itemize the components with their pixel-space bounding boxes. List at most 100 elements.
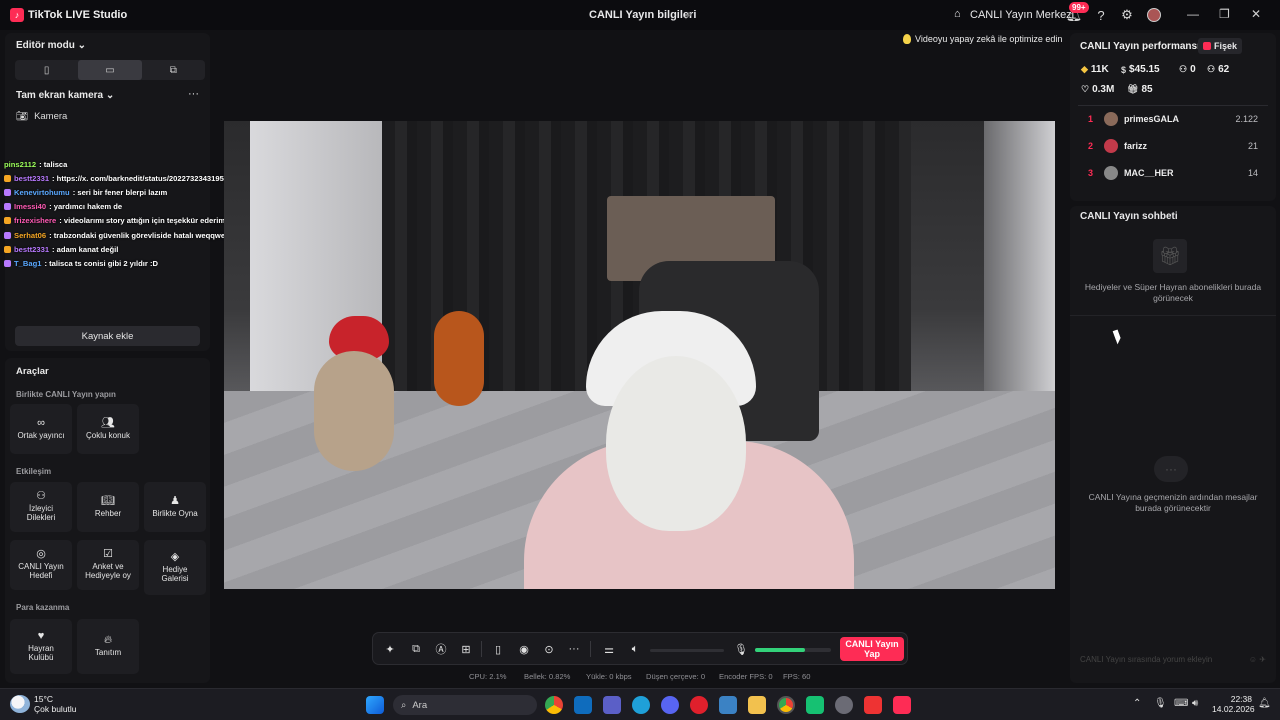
gear-icon[interactable]: ⚙ xyxy=(1119,7,1135,23)
weather-widget[interactable]: 15°C Çok bulutlu xyxy=(34,694,77,714)
landscape-mode-button[interactable]: ▭ xyxy=(78,60,142,80)
promo-label: Tanıtım xyxy=(94,648,122,657)
dual-mode-button[interactable]: ⧉ xyxy=(142,60,205,80)
scene-dropdown[interactable]: Tam ekran kamera ⌄ xyxy=(16,90,114,101)
fisek-button[interactable]: Fişek xyxy=(1198,38,1243,54)
chat-message: : trabzondaki güvenlik görevliside hatal… xyxy=(49,230,235,240)
chat-message: : talisca xyxy=(39,159,68,169)
top-gifter-row[interactable]: 1 primesGALA 2.122 xyxy=(1088,111,1258,127)
mic-level-slider[interactable] xyxy=(755,648,831,652)
target-icon: ◎ xyxy=(36,548,46,560)
taskbar-search[interactable]: ⌕ Ara xyxy=(393,695,537,715)
mic-tray-icon[interactable]: 🎙︎ xyxy=(1154,698,1167,709)
guide-button[interactable]: 📖︎ Rehber xyxy=(77,482,139,532)
volume-slider[interactable] xyxy=(650,649,724,652)
chat-badge-icon xyxy=(4,259,11,267)
maximize-icon[interactable]: ❐ xyxy=(1219,7,1230,21)
add-source-button[interactable]: Kaynak ekle xyxy=(15,326,200,346)
add-media-icon[interactable]: ⊞ xyxy=(459,642,473,656)
help-icon[interactable]: ? xyxy=(1093,7,1109,23)
ai-optimize-hint[interactable]: Videoyu yapay zekâ ile optimize edin xyxy=(903,31,1062,47)
home-icon[interactable]: ⌂ xyxy=(954,8,961,20)
together-section-title: Birlikte CANLI Yayın yapın xyxy=(16,390,116,399)
phone-icon: ▯ xyxy=(43,64,50,76)
edge-icon[interactable] xyxy=(632,696,650,714)
effects-icon[interactable]: ⧉ xyxy=(409,642,423,656)
ai-hint-label: Videoyu yapay zekâ ile optimize edin xyxy=(915,34,1063,44)
folder-icon[interactable] xyxy=(748,696,766,714)
chrome-active-icon[interactable] xyxy=(777,696,795,714)
gifter-name: primesGALA xyxy=(1124,114,1180,124)
steam-icon[interactable] xyxy=(835,696,853,714)
chat-username: Kenevirtohumu xyxy=(14,187,70,197)
fan-club-button[interactable]: ♥ Hayran Kulübü xyxy=(10,619,72,674)
time: 22:38 xyxy=(1230,694,1252,704)
phone-icon[interactable]: ▯ xyxy=(491,642,505,656)
live-center-link[interactable]: CANLI Yayın Merkezi xyxy=(970,9,1074,21)
gift-gallery-button[interactable]: ◈ Hediye Galerisi xyxy=(144,540,206,595)
top-gifter-row[interactable]: 2 farizz 21 xyxy=(1088,138,1258,154)
share-icon[interactable]: ⇗ xyxy=(683,9,692,22)
control-bar: ✦ ⧉ Ⓐ ⊞ ▯ ◉ ⊙ ··· ⚌ 🔈︎ 🎙︎ CANLI Yayın Ya… xyxy=(372,632,908,665)
gift-hint: Hediyeler ve Süper Hayran abonelikleri b… xyxy=(1084,282,1262,303)
chat-badge-icon xyxy=(4,188,11,196)
editor-mode-dropdown[interactable]: Editör modu ⌄ xyxy=(16,40,86,51)
audio-settings-icon[interactable]: ⚌ xyxy=(602,642,616,656)
avatar[interactable] xyxy=(1147,8,1161,22)
dropped-frames-stat: Düşen çerçeve: 0 xyxy=(646,672,706,681)
source-item-camera[interactable]: 📷︎ Kamera xyxy=(16,111,67,122)
divider xyxy=(1070,315,1276,316)
volume-icon[interactable]: 🔊︎ xyxy=(1192,698,1198,709)
chevron-down-icon: ⌄ xyxy=(105,90,115,101)
go-live-button[interactable]: CANLI Yayın Yap xyxy=(840,637,904,661)
play-together-button[interactable]: ♟ Birlikte Oyna xyxy=(144,482,206,532)
top-gifter-row[interactable]: 3 MAC__HER 14 xyxy=(1088,165,1258,181)
more-icon[interactable]: ··· xyxy=(567,642,581,656)
viewers-metric: ⚇ 0 xyxy=(1179,64,1196,75)
emoji-icon[interactable]: ☺ ✈ xyxy=(1249,655,1266,664)
chevron-up-icon[interactable]: ⌃ xyxy=(1133,698,1141,709)
ai-icon[interactable]: Ⓐ xyxy=(434,642,448,656)
store-icon[interactable] xyxy=(574,696,592,714)
youtube-icon[interactable] xyxy=(864,696,882,714)
tiktok-studio-icon[interactable] xyxy=(893,696,911,714)
mail-icon[interactable] xyxy=(719,696,737,714)
screenshot-icon[interactable]: ⊙ xyxy=(542,642,556,656)
chat-badge-icon xyxy=(4,217,11,225)
followers-metric: ⚇ 62 xyxy=(1207,64,1229,75)
monetize-section-title: Para kazanma xyxy=(16,603,70,612)
viewer-wishes-button[interactable]: ⚇ İzleyici Dilekleri xyxy=(10,482,72,532)
windows-start-icon[interactable] xyxy=(366,696,384,714)
speaker-icon[interactable]: 🔈︎ xyxy=(628,642,642,656)
magic-wand-icon[interactable]: ✦ xyxy=(383,642,397,656)
cloud-icon[interactable] xyxy=(10,695,30,713)
chat-input[interactable]: CANLI Yayın sırasında yorum ekleyin ☺ ✈ xyxy=(1080,651,1266,667)
app-icon[interactable] xyxy=(806,696,824,714)
diamond-icon: ◆ xyxy=(1081,64,1088,74)
discord-icon[interactable] xyxy=(661,696,679,714)
teams-icon[interactable] xyxy=(603,696,621,714)
poll-button[interactable]: ☑ Anket ve Hediyeyle oy xyxy=(77,540,139,590)
promo-button[interactable]: 🔥︎ Tanıtım xyxy=(77,619,139,674)
live-info-title[interactable]: CANLI Yayın bilgileri xyxy=(589,9,696,21)
chrome-icon[interactable] xyxy=(545,696,563,714)
minimize-icon[interactable]: — xyxy=(1187,7,1199,21)
network-icon[interactable]: ⌨ xyxy=(1174,698,1188,709)
gifter-name: MAC__HER xyxy=(1124,168,1174,178)
opera-icon[interactable] xyxy=(690,696,708,714)
camera-preview[interactable] xyxy=(224,121,1055,589)
multi-guest-button[interactable]: 👥︎ Çoklu konuk xyxy=(77,404,139,454)
followers-value: 62 xyxy=(1218,64,1230,75)
viewers-icon: ⚇ xyxy=(1179,64,1188,74)
notification-icon[interactable]: 🔔︎ xyxy=(1258,698,1271,709)
record-icon[interactable]: ◉ xyxy=(517,642,531,656)
cohost-button[interactable]: ∞ Ortak yayıncı xyxy=(10,404,72,454)
system-clock[interactable]: 22:38 14.02.2026 xyxy=(1212,694,1255,714)
date: 14.02.2026 xyxy=(1212,704,1255,714)
microphone-icon[interactable]: 🎙︎ xyxy=(734,642,748,656)
more-options-icon[interactable]: ··· xyxy=(188,88,199,100)
live-goal-button[interactable]: ◎ CANLI Yayın Hedefi xyxy=(10,540,72,590)
fps-stat: FPS: 60 xyxy=(783,672,811,681)
close-icon[interactable]: ✕ xyxy=(1251,7,1261,21)
portrait-mode-button[interactable]: ▯ xyxy=(15,60,78,80)
